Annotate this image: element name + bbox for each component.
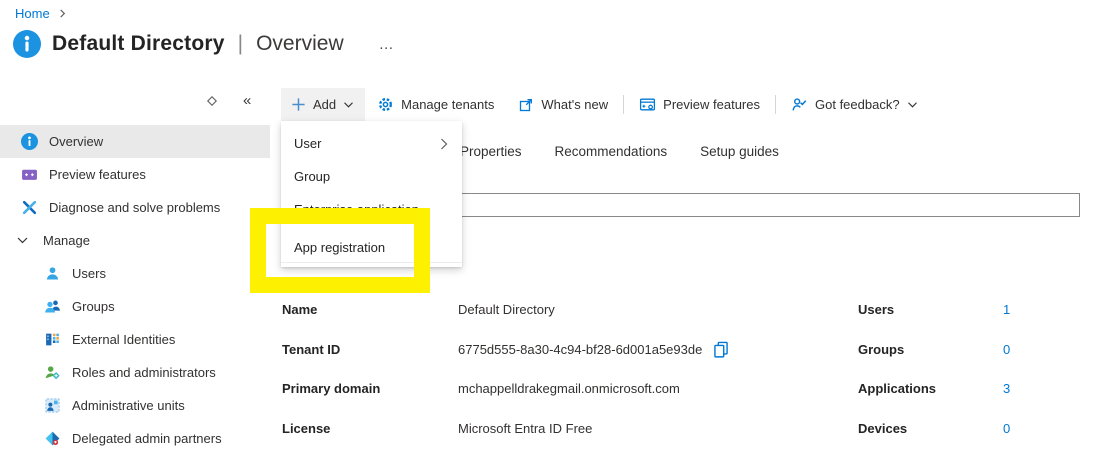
title-separator: | — [238, 32, 243, 56]
field-row-primary-domain: Primary domain mchappelldrakegmail.onmic… — [282, 369, 730, 409]
delegated-admin-partners-icon — [44, 430, 61, 447]
page-title: Default Directory — [52, 32, 225, 56]
manage-tenants-button[interactable]: Manage tenants — [365, 88, 506, 121]
sidebar-item-delegated-admin-partners[interactable]: Delegated admin partners — [0, 422, 270, 455]
sidebar-item-groups[interactable]: Groups — [0, 290, 270, 323]
stat-row-groups: Groups 0 — [858, 330, 1010, 370]
info-icon — [13, 30, 41, 58]
person-feedback-icon — [791, 96, 808, 113]
devices-count-link[interactable]: 0 — [1003, 421, 1010, 436]
sidebar-item-administrative-units[interactable]: Administrative units — [0, 389, 270, 422]
sidebar-item-external-identities[interactable]: External Identities — [0, 323, 270, 356]
stat-row-applications: Applications 3 — [858, 369, 1010, 409]
chevron-right-icon — [439, 138, 449, 150]
page-header: Default Directory | Overview … — [13, 30, 395, 58]
group-icon — [44, 298, 61, 315]
chevron-down-icon — [16, 236, 29, 245]
preview-features-icon — [21, 166, 38, 183]
user-icon — [44, 265, 61, 282]
menu-item-group[interactable]: Group — [281, 160, 462, 193]
sidebar-item-preview-features[interactable]: Preview features — [0, 158, 270, 191]
menu-gap — [281, 226, 462, 233]
copy-icon[interactable] — [712, 340, 730, 358]
sidebar-group-manage[interactable]: Manage — [0, 224, 270, 257]
field-row-license: License Microsoft Entra ID Free — [282, 409, 730, 449]
menu-item-enterprise-application[interactable]: Enterprise application — [281, 193, 462, 226]
tab-recommendations[interactable]: Recommendations — [555, 144, 668, 159]
field-row-tenant-id: Tenant ID 6775d555-8a30-4c94-bf28-6d001a… — [282, 330, 730, 370]
whats-new-button[interactable]: What's new — [506, 88, 620, 121]
add-dropdown-menu: User Group Enterprise application App re… — [281, 121, 462, 267]
menu-divider — [281, 262, 462, 263]
plus-icon — [291, 97, 306, 112]
chevron-right-icon — [58, 9, 67, 18]
add-button[interactable]: Add — [281, 88, 365, 121]
roles-administrators-icon — [44, 364, 61, 381]
got-feedback-button[interactable]: Got feedback? — [779, 88, 930, 121]
more-actions-button[interactable]: … — [379, 36, 395, 53]
gear-icon — [377, 96, 394, 113]
groups-count-link[interactable]: 0 — [1003, 342, 1010, 357]
tenant-stats: Users 1 Groups 0 Applications 3 Devices … — [858, 290, 1010, 448]
stat-row-devices: Devices 0 — [858, 409, 1010, 449]
breadcrumb: Home — [15, 6, 67, 21]
pin-icon[interactable] — [207, 96, 217, 106]
sidebar-item-roles-administrators[interactable]: Roles and administrators — [0, 356, 270, 389]
administrative-units-icon — [44, 397, 61, 414]
stat-row-users: Users 1 — [858, 290, 1010, 330]
sidebar-item-diagnose-solve-problems[interactable]: Diagnose and solve problems — [0, 191, 270, 224]
users-count-link[interactable]: 1 — [1003, 302, 1010, 317]
tab-properties[interactable]: Properties — [460, 144, 522, 159]
breadcrumb-home-link[interactable]: Home — [15, 6, 50, 21]
page-subtitle: Overview — [256, 32, 344, 56]
collapse-sidebar-button[interactable]: « — [243, 92, 251, 109]
sidebar-item-overview[interactable]: Overview — [0, 125, 270, 158]
external-link-icon — [518, 97, 534, 113]
tab-setup-guides[interactable]: Setup guides — [700, 144, 779, 159]
toolbar-separator — [623, 95, 624, 114]
tenant-details: Name Default Directory Tenant ID 6775d55… — [282, 290, 730, 448]
external-identities-icon — [44, 331, 61, 348]
info-icon — [21, 133, 38, 150]
menu-item-user[interactable]: User — [281, 127, 462, 160]
tools-icon — [21, 199, 38, 216]
chevron-down-icon — [907, 101, 918, 109]
sidebar-item-users[interactable]: Users — [0, 257, 270, 290]
toolbar-separator — [775, 95, 776, 114]
tab-bar: Properties Recommendations Setup guides — [460, 144, 779, 159]
applications-count-link[interactable]: 3 — [1003, 381, 1010, 396]
sidebar-nav: Overview Preview features Diagnose and s… — [0, 125, 270, 455]
preview-features-button[interactable]: Preview features — [627, 88, 772, 121]
menu-item-app-registration[interactable]: App registration — [281, 233, 462, 262]
command-bar: Add Manage tenants What's new — [281, 88, 930, 121]
field-row-name: Name Default Directory — [282, 290, 730, 330]
window-gear-icon — [639, 96, 656, 113]
chevron-down-icon — [343, 101, 354, 109]
